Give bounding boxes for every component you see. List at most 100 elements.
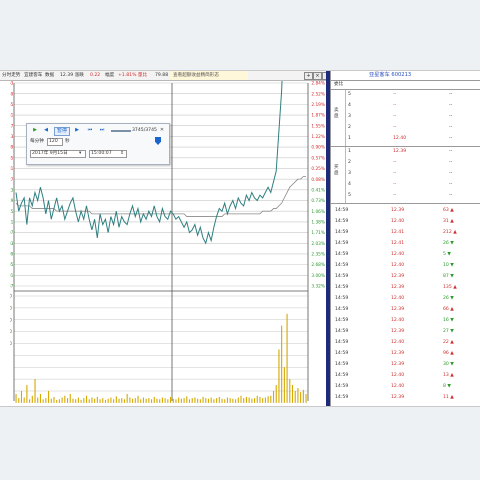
trade-time: 14:59 <box>335 252 349 257</box>
volume-bar <box>270 395 272 403</box>
buy-volume-3: -- <box>449 171 453 176</box>
chevron-down-icon: ▾ <box>79 151 82 156</box>
pct-tick-label: 3.32% <box>311 284 325 290</box>
volume-tick-label: 1800 <box>10 294 12 300</box>
price-tick-label: 11.99 <box>10 252 14 258</box>
pause-button[interactable]: 暂停 <box>54 127 70 136</box>
buy-volume-1: -- <box>449 149 453 154</box>
date-field[interactable]: 2017年 9月15日 ▾ <box>30 150 86 158</box>
quote-panel: 亚星客车 600213 委比 卖盘 5 -- -- 4 -- -- 3 -- -- 2 -- -- 1 1… <box>330 71 480 406</box>
step-back-icon[interactable]: ◀ <box>41 127 51 134</box>
volume-bar <box>91 397 93 403</box>
sell-level-1: 5 <box>348 92 351 97</box>
skip-end-icon[interactable]: ⏭ <box>97 127 107 134</box>
trade-price: 12.39 <box>391 274 405 279</box>
volume-bar <box>237 397 239 403</box>
volume-bar <box>145 398 147 403</box>
volume-bar <box>169 396 172 403</box>
trade-row: 14:59 12.39 63 ▲ <box>331 206 480 216</box>
trade-time: 14:59 <box>335 285 349 290</box>
volume-bar <box>180 398 182 403</box>
volume-bar <box>56 399 58 403</box>
slider-thumb-icon[interactable] <box>155 137 161 145</box>
volume-bar <box>294 391 296 403</box>
price-tick-label: 12.39 <box>10 145 14 151</box>
volume-bar <box>75 399 77 403</box>
pct-tick-label: 1.38% <box>311 219 325 225</box>
price-tick-label: 12.27 <box>10 177 14 183</box>
skip-start-icon[interactable]: ⏮ <box>85 127 95 134</box>
volume-bar <box>113 399 115 403</box>
buy-label: 买盘 <box>334 165 339 176</box>
volume-bar <box>221 398 223 403</box>
trade-volume: 22 ▲ <box>443 340 454 345</box>
volume-bar <box>275 385 277 403</box>
volume-bar <box>291 385 294 403</box>
pct-tick-label: 2.35% <box>311 252 325 258</box>
close-icon[interactable]: ✕ <box>157 127 167 134</box>
volume-bar <box>164 398 166 403</box>
buy-price-4: -- <box>393 182 397 187</box>
trade-price: 12.40 <box>391 384 405 389</box>
price-tick-label: 12.47 <box>10 123 14 129</box>
price-tick-label: 12.55 <box>10 102 14 108</box>
sell-price-1: -- <box>393 92 397 97</box>
trade-volume: 87 ▼ <box>443 274 454 279</box>
volume-bar <box>161 397 163 403</box>
pct-tick-label: 2.03% <box>311 241 325 247</box>
pct-tick-label: 1.22% <box>311 134 325 140</box>
price-tick-label: 12.15 <box>10 209 14 215</box>
trade-row: 14:59 12.39 27 ▼ <box>331 327 480 337</box>
trade-row: 14:59 12.40 10 ▼ <box>331 261 480 271</box>
trade-volume: 10 ▼ <box>443 263 454 268</box>
trade-price: 12.39 <box>391 285 405 290</box>
volume-bar <box>262 398 264 403</box>
trade-volume: 66 ▲ <box>443 307 454 312</box>
buy-level-5: 5 <box>348 193 351 198</box>
volume-bar <box>256 395 258 403</box>
spinner-icon: ⇕ <box>120 151 124 156</box>
volume-bar <box>254 398 256 403</box>
add-button[interactable]: + <box>304 72 313 80</box>
buy-volume-2: -- <box>449 160 453 165</box>
header-item-5: 幅度 <box>105 73 115 78</box>
pct-tick-label: 1.06% <box>311 209 325 215</box>
pct-tick-label: 0.57% <box>311 155 325 161</box>
trade-price: 12.41 <box>391 230 405 235</box>
step-forward-icon[interactable]: ▶ <box>72 127 82 134</box>
sell-level-5: 1 <box>348 136 351 141</box>
volume-bar <box>300 392 302 403</box>
volume-bar <box>229 398 231 403</box>
pct-tick-label: 0.90% <box>311 145 325 151</box>
volume-bar <box>243 398 245 403</box>
trade-volume: 30 ▼ <box>443 362 454 367</box>
time-field[interactable]: 15:00:07 ⇕ <box>89 150 127 158</box>
volume-bar <box>235 399 237 403</box>
trade-price: 12.39 <box>391 307 405 312</box>
price-tick-label: 12.11 <box>10 219 14 225</box>
progress-track[interactable] <box>111 130 131 132</box>
time-value: 15:00:07 <box>91 151 112 156</box>
price-tick-label: 12.19 <box>10 198 14 204</box>
price-tick-label: 12.03 <box>10 241 14 247</box>
trade-volume: 63 ▲ <box>443 208 454 213</box>
speed-value: 120 <box>49 139 58 144</box>
buy-book: 买盘 1 12.39 -- 2 -- -- 3 -- -- 4 -- -- 5 -- -- <box>331 147 480 204</box>
volume-bar <box>50 398 52 403</box>
close-button[interactable]: × <box>313 72 322 80</box>
price-tick-label: 12.43 <box>10 134 14 140</box>
volume-bar <box>26 385 28 403</box>
volume-tick-label: 1600 <box>10 305 12 311</box>
volume-bar <box>245 396 247 403</box>
speed-input[interactable]: 120 <box>47 138 63 146</box>
trade-price: 12.39 <box>391 351 405 356</box>
trade-time: 14:59 <box>335 307 349 312</box>
volume-bar <box>297 388 299 403</box>
price-tick-label: 12.23 <box>10 187 14 193</box>
sell-label: 卖盘 <box>334 108 339 119</box>
hot-link[interactable]: 查看超额收益精简形态 <box>170 71 248 80</box>
play-icon[interactable]: ▶ <box>30 127 40 134</box>
trade-price: 12.40 <box>391 263 405 268</box>
volume-bar <box>286 313 288 403</box>
volume-bar <box>186 396 188 403</box>
